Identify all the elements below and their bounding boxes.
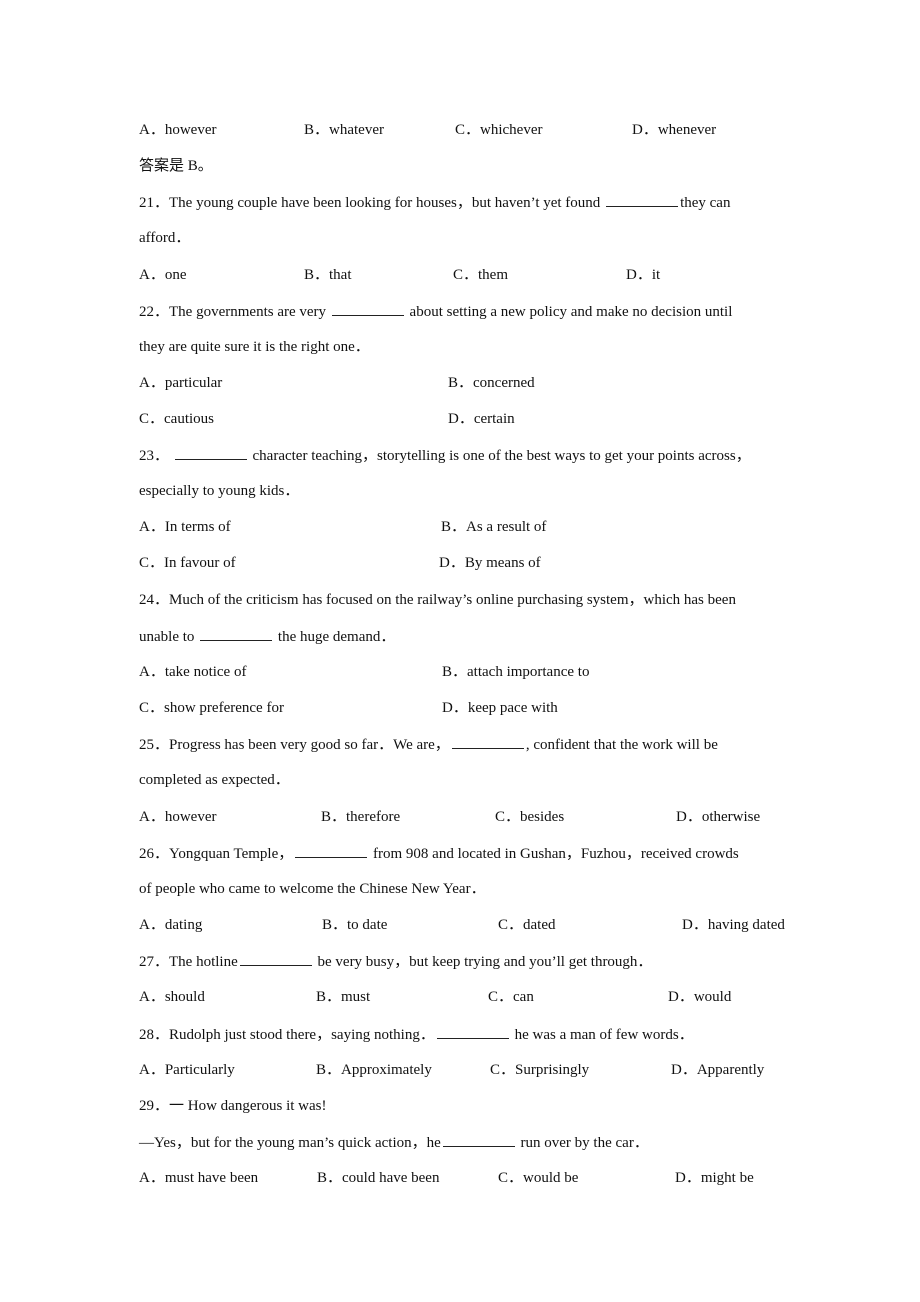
question-23-stem: 23． character teaching，storytelling is o… (139, 445, 751, 466)
answer-blank (436, 1024, 509, 1039)
question-number: 26． (139, 846, 170, 862)
question-23-stem-line2: especially to young kids． (139, 483, 300, 499)
question-number: 22． (139, 304, 170, 320)
stem-text: , confident that the work will be (525, 737, 718, 753)
option-c: C．them (453, 267, 508, 283)
option-a: A．one (139, 267, 187, 283)
stem-text: about setting a new policy and make no d… (405, 304, 733, 320)
option-d: D．otherwise (676, 809, 761, 825)
option-b: B．attach importance to (442, 664, 590, 680)
answer-blank (239, 951, 312, 966)
question-29-stem-line2: —Yes，but for the young man’s quick actio… (139, 1132, 649, 1153)
stem-text: The young couple have been looking for h… (169, 195, 605, 211)
option-a: A．should (139, 989, 205, 1005)
answer-blank (442, 1132, 515, 1147)
question-27-stem: 27．The hotline be very busy，but keep try… (139, 951, 652, 972)
stem-text: The governments are very (169, 304, 330, 320)
question-26-stem: 26．Yongquan Temple， from 908 and located… (139, 843, 739, 864)
question-22-stem: 22．The governments are very about settin… (139, 301, 732, 322)
option-d: D．it (626, 267, 661, 283)
question-number: 27． (139, 954, 170, 970)
option-c: C．can (488, 989, 534, 1005)
option-b: B．that (304, 267, 352, 283)
question-number: 25． (139, 737, 170, 753)
answer-blank (606, 192, 679, 207)
option-b: B．to date (322, 917, 388, 933)
stem-text: run over by the car． (516, 1135, 649, 1151)
question-number: 24． (139, 592, 170, 608)
question-number: 21． (139, 195, 170, 211)
stem-text (169, 448, 173, 464)
stem-text: character teaching，storytelling is one o… (248, 448, 751, 464)
option-c: C．Surprisingly (490, 1062, 590, 1078)
stem-text: be very busy，but keep trying and you’ll … (313, 954, 653, 970)
question-21-stem: 21．The young couple have been looking fo… (139, 192, 730, 213)
option-a: A．however (139, 122, 217, 138)
question-29-stem: 29．一 How dangerous it was! (139, 1096, 327, 1116)
question-26-stem-line2: of people who came to welcome the Chines… (139, 881, 486, 897)
option-b: B．concerned (448, 375, 535, 391)
option-d: D．having dated (682, 917, 785, 933)
question-number: 23． (139, 448, 170, 464)
stem-text: 一 How dangerous it was! (169, 1098, 327, 1114)
option-c: C．would be (498, 1170, 579, 1186)
option-d: D．Apparently (671, 1062, 765, 1078)
option-c: C．whichever (455, 122, 543, 138)
option-d: D．keep pace with (442, 700, 558, 716)
stem-text: Yongquan Temple， (169, 846, 294, 862)
stem-text: Progress has been very good so far．We ar… (169, 737, 450, 753)
stem-text: Rudolph just stood there，saying nothing． (169, 1027, 435, 1043)
question-number: 29． (139, 1098, 170, 1114)
stem-text: unable to (139, 629, 199, 645)
stem-text: Much of the criticism has focused on the… (169, 592, 736, 608)
stem-text: from 908 and located in Gushan，Fuzhou，re… (369, 846, 739, 862)
stem-text: —Yes，but for the young man’s quick actio… (139, 1135, 441, 1151)
option-a: A．take notice of (139, 664, 247, 680)
option-b: B．Approximately (316, 1062, 432, 1078)
question-24-stem-line2: unable to the huge demand． (139, 626, 395, 647)
option-c: C．show preference for (139, 700, 284, 716)
option-d: D．would (668, 989, 732, 1005)
option-c: C．dated (498, 917, 556, 933)
option-d: D．certain (448, 411, 515, 427)
stem-text: the huge demand． (274, 629, 396, 645)
question-number: 28． (139, 1027, 170, 1043)
question-22-stem-line2: they are quite sure it is the right one． (139, 339, 370, 355)
answer-blank (331, 301, 404, 316)
option-a: A．particular (139, 375, 223, 391)
answer-blank (295, 843, 368, 858)
option-d: D．might be (675, 1170, 754, 1186)
option-b: B．therefore (321, 809, 401, 825)
answer-blank (200, 626, 273, 641)
option-a: A．must have been (139, 1170, 259, 1186)
question-25-stem-line2: completed as expected． (139, 772, 290, 788)
option-b: B．whatever (304, 122, 384, 138)
question-25-stem: 25．Progress has been very good so far．We… (139, 734, 718, 755)
answer-blank (451, 734, 524, 749)
stem-text: he was a man of few words． (510, 1027, 694, 1043)
stem-text: they can (680, 195, 731, 211)
option-a: A．dating (139, 917, 203, 933)
option-c: C．cautious (139, 411, 214, 427)
option-b: B．As a result of (441, 519, 547, 535)
answer-blank (174, 445, 247, 460)
option-a: A．however (139, 809, 217, 825)
option-b: B．must (316, 989, 371, 1005)
question-24-stem: 24．Much of the criticism has focused on … (139, 590, 736, 610)
option-b: B．could have been (317, 1170, 440, 1186)
option-a: A．In terms of (139, 519, 231, 535)
option-c: C．In favour of (139, 555, 236, 571)
question-21-stem-line2: afford． (139, 230, 191, 246)
option-c: C．besides (495, 809, 565, 825)
stem-text: The hotline (169, 954, 238, 970)
question-28-stem: 28．Rudolph just stood there，saying nothi… (139, 1024, 694, 1045)
answer-note: 答案是 B。 (139, 158, 213, 174)
option-a: A．Particularly (139, 1062, 235, 1078)
option-d: D．whenever (632, 122, 717, 138)
option-d: D．By means of (439, 555, 541, 571)
